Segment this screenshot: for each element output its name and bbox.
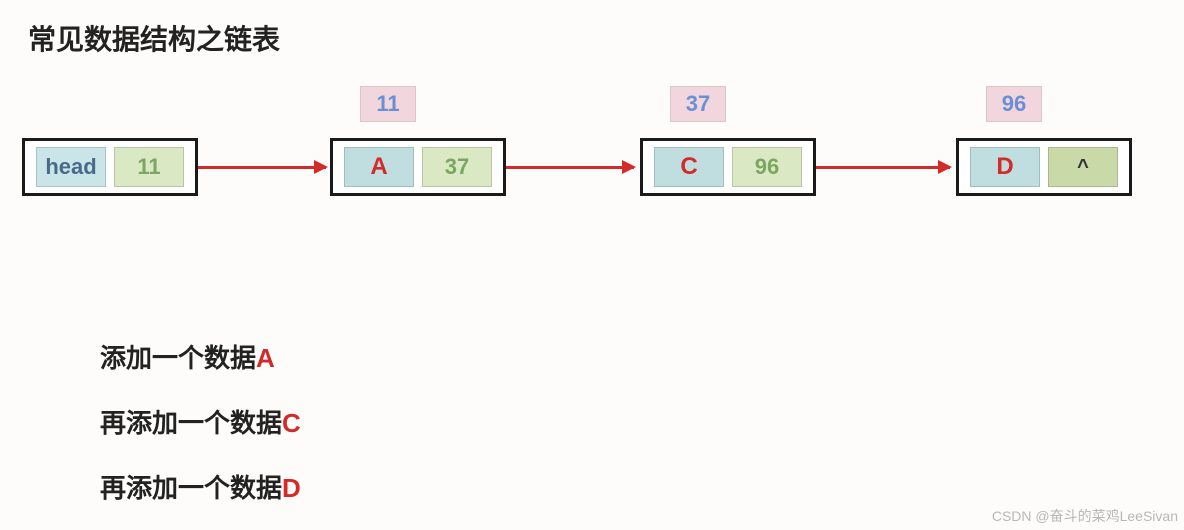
watermark: CSDN @奋斗的菜鸡LeeSivan <box>992 506 1178 526</box>
step-2: 再添加一个数据D <box>100 456 301 521</box>
arrow-2 <box>816 166 950 169</box>
step-0: 添加一个数据A <box>100 326 301 391</box>
node-a: A 37 <box>330 138 506 196</box>
node-ptr: 96 <box>732 147 802 187</box>
step-highlight: D <box>282 473 301 503</box>
arrow-1 <box>506 166 634 169</box>
node-ptr: 37 <box>422 147 492 187</box>
addr-label-2: 96 <box>986 86 1042 122</box>
addr-label-1: 37 <box>670 86 726 122</box>
steps-list: 添加一个数据A 再添加一个数据C 再添加一个数据D <box>100 326 301 521</box>
addr-label-0: 11 <box>360 86 416 122</box>
node-ptr: ^ <box>1048 147 1118 187</box>
node-head: head 11 <box>22 138 198 196</box>
node-ptr: 11 <box>114 147 184 187</box>
node-data: A <box>344 147 414 187</box>
node-c: C 96 <box>640 138 816 196</box>
step-highlight: C <box>282 408 301 438</box>
step-text: 再添加一个数据 <box>100 473 282 503</box>
step-highlight: A <box>256 343 275 373</box>
linked-list-diagram: 11 37 96 head 11 A 37 C 96 D ^ <box>0 86 1184 226</box>
node-d: D ^ <box>956 138 1132 196</box>
node-data: C <box>654 147 724 187</box>
step-text: 添加一个数据 <box>100 343 256 373</box>
arrow-0 <box>198 166 326 169</box>
node-data: D <box>970 147 1040 187</box>
node-data: head <box>36 147 106 187</box>
step-text: 再添加一个数据 <box>100 408 282 438</box>
page-title: 常见数据结构之链表 <box>28 18 280 58</box>
step-1: 再添加一个数据C <box>100 391 301 456</box>
